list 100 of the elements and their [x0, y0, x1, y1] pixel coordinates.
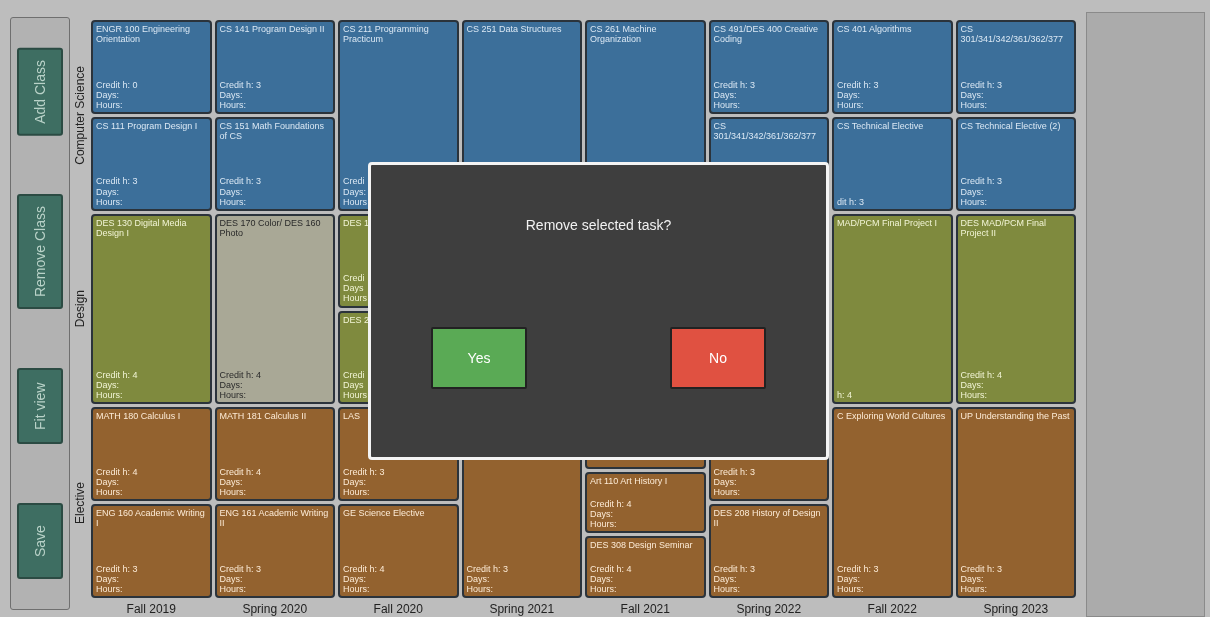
days-label: Days:: [466, 573, 491, 584]
dialog-message: Remove selected task?: [525, 217, 672, 233]
days-label: Days:: [590, 509, 614, 520]
class-card[interactable]: CS 491/DES 400 Creative Coding Credit h: 3 Days: Hours:: [708, 20, 829, 114]
class-card[interactable]: CS 401 Algorithms Credit h: 3 Days: Hours:: [832, 20, 953, 114]
hours-label: Hours:: [960, 583, 988, 594]
days-label: Days:: [713, 89, 738, 100]
class-card[interactable]: DES 308 Design Seminar Credit h: 4 Days: Hours:: [585, 536, 706, 598]
hours-label: Hours: [343, 390, 368, 401]
credit-hours: Credit h: 3: [343, 466, 386, 477]
hours-label: Hours:: [960, 99, 988, 110]
class-title: DES MAD/PCM Final Project II: [960, 217, 1047, 238]
days-label: Days:: [960, 573, 985, 584]
class-card[interactable]: MATH 180 Calculus I Credit h: 4 Days: Hours:: [91, 407, 212, 502]
class-title: CS 141 Program Design II: [219, 24, 326, 35]
class-title: CS 261 Machine Organization: [590, 24, 658, 45]
hours-label: Hours:: [837, 583, 865, 594]
class-card[interactable]: CS Technical Elective (2) Credit h: 3 Days: Hours:: [955, 116, 1076, 211]
class-card[interactable]: CS 301/341/342/361/362/377 Credit h: 3 Days: Hours:: [955, 20, 1076, 114]
class-card[interactable]: CS Technical Elective dit h: 3: [832, 116, 953, 211]
days-label: Days:: [960, 186, 985, 197]
credit-hours: Credit h: 4: [96, 466, 139, 477]
class-title: CS 151 Math Foundations of CS: [219, 120, 326, 141]
hours-label: Hours:: [713, 583, 741, 594]
class-card[interactable]: DES 208 History of Design II Credit h: 3 Days: Hours:: [708, 504, 829, 598]
class-title: DES 308 Design Seminar: [590, 540, 694, 551]
days-label: Days:: [343, 186, 367, 197]
days-label: Days:: [96, 186, 120, 197]
credit-hours: Credit h: 3: [96, 176, 139, 187]
sidebar-button[interactable]: Fit view: [17, 368, 63, 445]
credit-hours: Credit h: 3: [837, 79, 880, 90]
term-label: Fall 2022: [866, 602, 918, 616]
credit-hours: Credit h: 3: [96, 563, 139, 574]
sidebar-button[interactable]: Remove Class: [17, 194, 63, 310]
hours-label: Hours:: [219, 196, 247, 207]
class-title: CS Technical Elective (2): [960, 120, 1062, 131]
class-card[interactable]: C Exploring World Cultures Credit h: 3 Days: Hours:: [832, 407, 953, 598]
hours-label: Hours:: [96, 583, 124, 594]
class-card[interactable]: CS 151 Math Foundations of CS Credit h: 3 Days: Hours:: [214, 116, 335, 211]
class-card[interactable]: DES MAD/PCM Final Project II Credit h: 4 Days: Hours:: [955, 213, 1076, 405]
class-card[interactable]: ENGR 100 Engineering Orientation Credit h: 0 Days: Hours:: [91, 20, 212, 114]
days-label: Days:: [96, 573, 120, 584]
class-card[interactable]: CS 111 Program Design I Credit h: 3 Days: Hours:: [91, 116, 212, 211]
hours-label: Hours:: [219, 583, 247, 594]
days-label: Days:: [343, 573, 367, 584]
days-label: Days:: [960, 89, 985, 100]
days-label: Days:: [343, 477, 367, 488]
class-title: ENGR 100 Engineering Orientation: [96, 24, 192, 45]
sidebar-button[interactable]: Add Class: [17, 47, 63, 136]
days-label: Days:: [219, 477, 244, 488]
days-label: Days:: [96, 89, 120, 100]
credit-hours: Credit h: 3: [713, 79, 757, 90]
class-title: CS 111 Program Design I: [96, 120, 199, 131]
class-card[interactable]: Art 110 Art History I Credit h: 4 Days: Hours:: [585, 471, 706, 534]
credit-hours: Credit h: 3: [960, 176, 1004, 187]
class-title: MAD/PCM Final Project I: [837, 217, 939, 228]
credit-hours: dit h: 3: [837, 196, 866, 207]
class-card[interactable]: ENG 161 Academic Writing II Credit h: 3 Days: Hours:: [214, 504, 335, 598]
class-title: ENG 160 Academic Writing I: [96, 508, 206, 529]
sidebar-button[interactable]: Save: [17, 503, 63, 580]
hours-label: Hours:: [590, 583, 618, 594]
credit-hours: Credit h: 0: [96, 79, 139, 90]
class-title: DES 1: [343, 217, 370, 228]
class-title: UP Understanding the Past: [960, 411, 1071, 422]
class-card[interactable]: MAD/PCM Final Project I h: 4: [832, 213, 953, 405]
hours-label: Hours:: [713, 99, 741, 110]
credit-hours: Credit h: 4: [219, 466, 263, 477]
credit-hours: h: 4: [837, 390, 853, 401]
class-card[interactable]: MATH 181 Calculus II Credit h: 4 Days: Hours:: [214, 407, 335, 502]
credit-hours: Credit h: 3: [219, 563, 263, 574]
class-card[interactable]: UP Understanding the Past Credit h: 3 Days: Hours:: [955, 407, 1076, 598]
days-label: Days:: [590, 573, 614, 584]
class-card[interactable]: ENG 160 Academic Writing I Credit h: 3 Days: Hours:: [91, 504, 212, 598]
credit-hours: Credit h: 4: [590, 563, 633, 574]
yes-button[interactable]: Yes: [431, 327, 527, 389]
days-label: Days:: [837, 573, 861, 584]
days-label: Days:: [219, 380, 244, 391]
class-title: CS 301/341/342/361/362/377: [713, 120, 818, 141]
no-button[interactable]: No: [670, 327, 766, 389]
credit-hours: Credi: [343, 176, 366, 187]
hours-label: Hours: [343, 293, 368, 304]
class-card[interactable]: GE Science Elective Credit h: 4 Days: Hours:: [338, 504, 459, 598]
credit-hours: Credit h: 3: [960, 79, 1004, 90]
credit-hours: Credit h: 3: [960, 563, 1004, 574]
hours-label: Hours:: [96, 487, 124, 498]
class-title: CS 301/341/342/361/362/377: [960, 24, 1065, 45]
class-card[interactable]: CS 141 Program Design II Credit h: 3 Days: Hours:: [214, 20, 335, 114]
hours-label: Hours:: [466, 583, 494, 594]
days-label: Days:: [713, 573, 738, 584]
hours-label: Hours:: [96, 390, 124, 401]
hours-label: Hours: [343, 196, 368, 207]
term-label: Spring 2022: [735, 602, 803, 616]
term-label: Spring 2021: [488, 602, 556, 616]
class-title: DES 170 Color/ DES 160 Photo: [219, 217, 322, 238]
credit-hours: Credit h: 3: [713, 563, 757, 574]
class-title: MATH 181 Calculus II: [219, 411, 308, 422]
class-card[interactable]: DES 130 Digital Media Design I Credit h: 4 Days: Hours:: [91, 213, 212, 405]
row-label: Elective: [73, 481, 87, 524]
credit-hours: Credit h: 3: [837, 563, 880, 574]
class-card[interactable]: DES 170 Color/ DES 160 Photo Credit h: 4 Days: Hours:: [214, 213, 335, 405]
